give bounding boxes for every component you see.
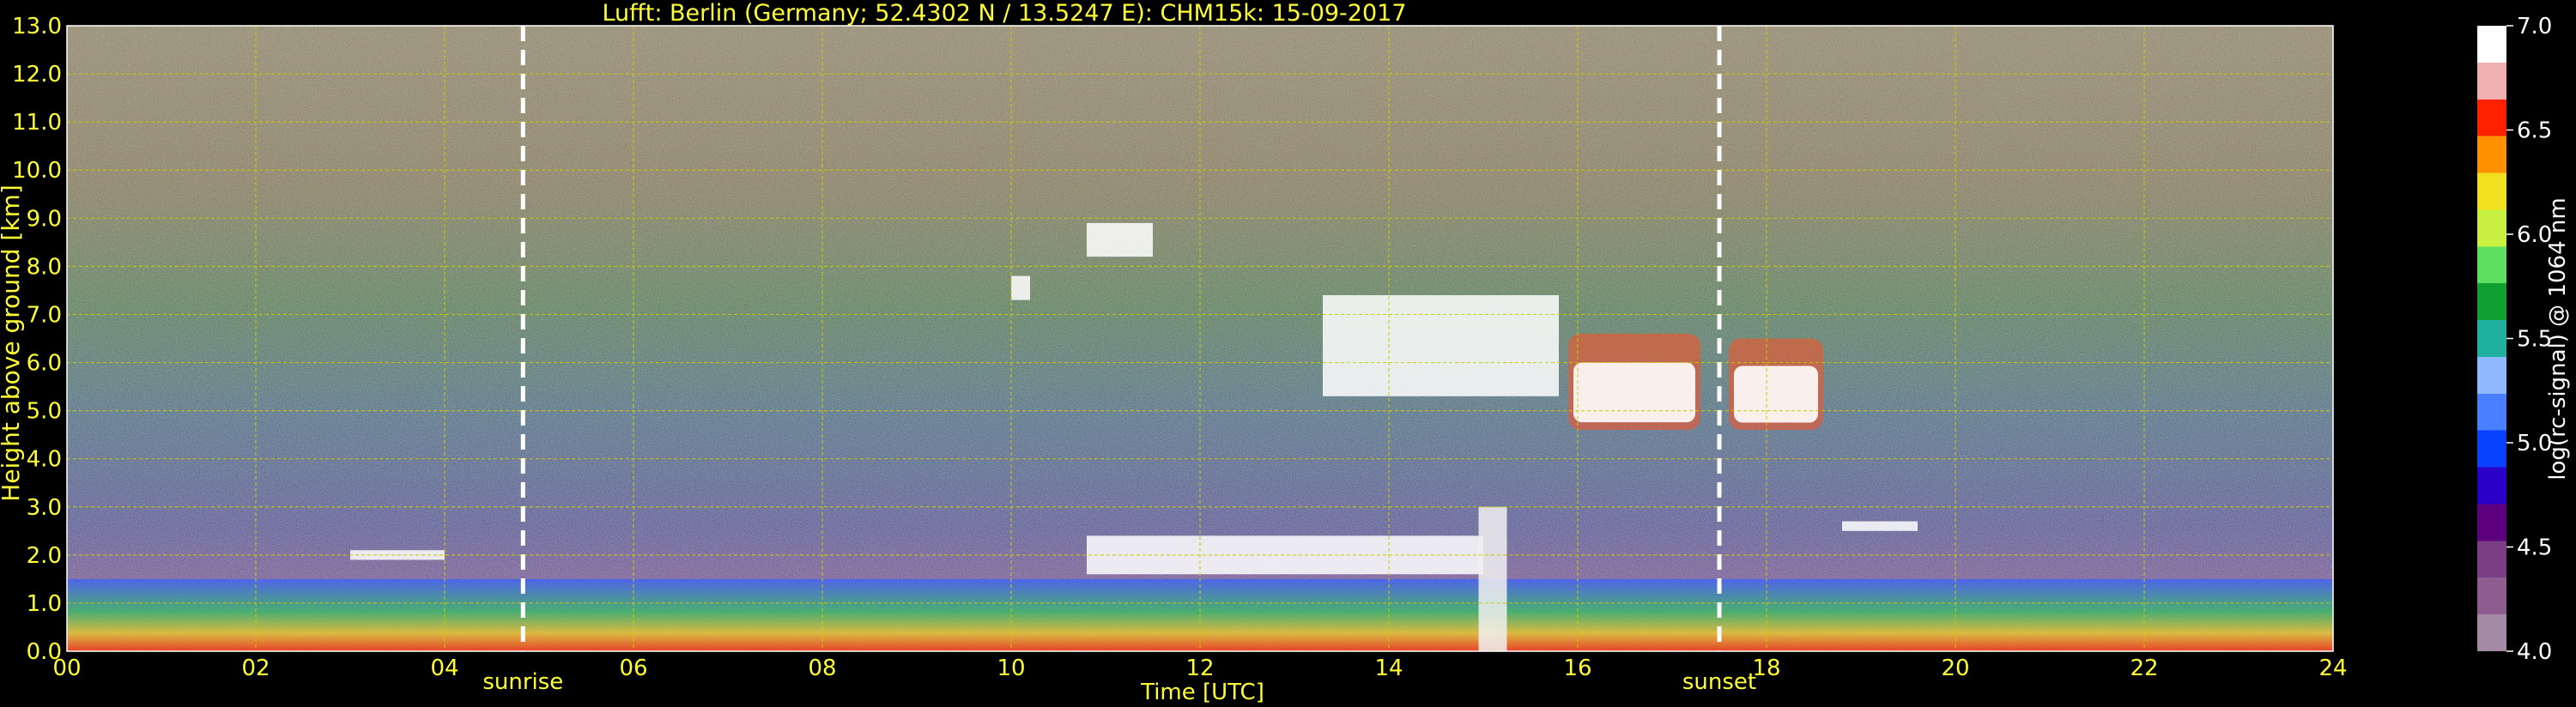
y-tick-label: 3.0 [27, 495, 62, 521]
cirrus-7 [1087, 222, 1153, 257]
x-tick-label: 12 [1185, 656, 1214, 681]
chart-title: Lufft: Berlin (Germany; 52.4302 N / 13.5… [602, 0, 1406, 27]
x-tick-label: 16 [1563, 656, 1591, 681]
y-tick-label: 12.0 [12, 62, 62, 88]
x-axis-ticks: 00 02 04 06 08 10 12 14 16 18 20 22 24 [52, 656, 2347, 681]
y-tick-label: 10.0 [12, 158, 62, 184]
colorbar: 4.04.55.05.56.06.57.0 log(rc-signal) @ 1… [2477, 14, 2571, 665]
x-tick-label: 06 [619, 656, 647, 681]
plot-area [67, 26, 2333, 651]
x-tick-label: 18 [1752, 656, 1780, 681]
y-tick-label: 8.0 [27, 254, 62, 280]
x-tick-label: 00 [52, 656, 81, 681]
x-tick-label: 04 [430, 656, 458, 681]
sunrise-label: sunrise [482, 669, 563, 695]
colorbar-tick-label: 4.5 [2517, 535, 2552, 561]
colorbar-label: log(rc-signal) @ 1064 nm [2545, 197, 2571, 480]
colorbar-tick-label: 4.0 [2517, 639, 2552, 665]
y-tick-label: 7.0 [27, 302, 62, 328]
cirrus-6 [1011, 275, 1030, 300]
x-tick-label: 08 [808, 656, 836, 681]
colorbar-tick-label: 7.0 [2517, 14, 2552, 39]
cloud-top-4 [1087, 535, 1483, 575]
x-tick-label: 24 [2318, 656, 2347, 681]
cloud-layer-2 [1734, 366, 1818, 423]
precipitation-fall-streak-5 [1478, 506, 1507, 651]
y-tick-label: 5.0 [27, 399, 62, 425]
x-axis-label: Time [UTC] [1140, 680, 1264, 705]
ceilometer-chart: Lufft: Berlin (Germany; 52.4302 N / 13.5… [0, 0, 2571, 705]
y-tick-label: 11.0 [12, 110, 62, 136]
x-tick-label: 10 [997, 656, 1025, 681]
x-tick-label: 02 [241, 656, 270, 681]
y-axis-label: Height above ground [km] [0, 184, 25, 502]
cirrus-8 [1323, 295, 1559, 396]
colorbar-tick-label: 6.5 [2517, 118, 2552, 144]
x-tick-label: 14 [1374, 656, 1403, 681]
colorbar-swatches [2477, 26, 2506, 651]
sunset-label: sunset [1682, 669, 1756, 695]
y-tick-label: 2.0 [27, 543, 62, 569]
y-tick-label: 13.0 [12, 14, 62, 39]
y-tick-label: 9.0 [27, 206, 62, 232]
y-tick-label: 4.0 [27, 447, 62, 473]
cloud-layer-1 [1573, 362, 1695, 423]
y-tick-label: 6.0 [27, 351, 62, 377]
x-tick-label: 22 [2130, 656, 2158, 681]
y-tick-label: 1.0 [27, 591, 62, 617]
x-tick-label: 20 [1941, 656, 1969, 681]
cloud-top-9 [1842, 521, 1918, 531]
